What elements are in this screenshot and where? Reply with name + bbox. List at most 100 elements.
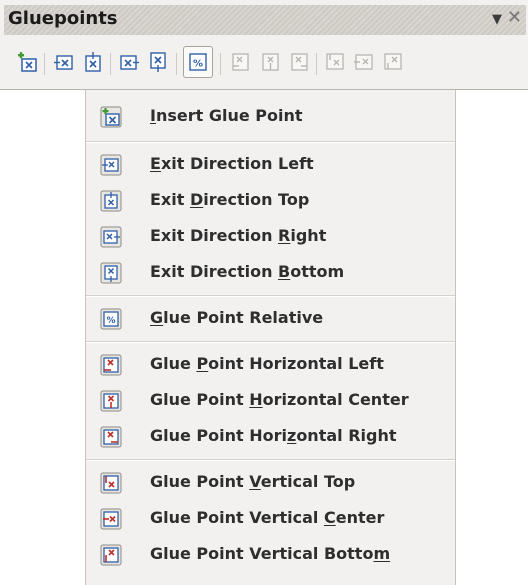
label-pre: Exit bbox=[150, 190, 190, 209]
mnemonic-letter: C bbox=[323, 508, 336, 527]
insert-glue-point-icon bbox=[18, 52, 37, 72]
glue-point-vertical-bottom-icon-disabled bbox=[384, 53, 402, 70]
tb-glue-point-vertical-bottom-button[interactable] bbox=[380, 50, 406, 74]
mnemonic-letter: E bbox=[150, 154, 161, 173]
label-pre: Glue Point Vertical bbox=[150, 508, 324, 527]
menu-item-glue-point-relative[interactable]: % Glue Point Relative bbox=[86, 300, 455, 336]
label-rest: ottom bbox=[290, 262, 345, 281]
tb-exit-direction-bottom-button[interactable] bbox=[145, 50, 171, 74]
menu-item-exit-direction-left[interactable]: Exit Direction Left bbox=[86, 146, 455, 182]
menu-item-label: Exit Direction Left bbox=[150, 154, 314, 174]
menu-separator bbox=[86, 295, 455, 297]
menu-item-label: Glue Point Vertical Top bbox=[150, 472, 355, 492]
exit-direction-top-icon bbox=[100, 190, 122, 212]
toolbar-separator bbox=[316, 53, 317, 75]
menu-item-label: Glue Point Horizontal Left bbox=[150, 354, 384, 374]
menu-item-exit-direction-top[interactable]: Exit Direction Top bbox=[86, 182, 455, 218]
tb-exit-direction-right-button[interactable] bbox=[116, 50, 142, 74]
toolbar-menu-arrow-icon[interactable]: ▼ bbox=[492, 11, 502, 29]
menu-item-label: Glue Point Horizontal Center bbox=[150, 390, 409, 410]
menu-separator bbox=[86, 341, 455, 343]
gluepoints-toolbar: Gluepoints ▼ ✕ % bbox=[0, 0, 528, 90]
label-rest: ight bbox=[290, 226, 327, 245]
glue-point-horizontal-center-icon-disabled bbox=[262, 53, 279, 71]
tb-glue-point-relative-button[interactable]: % bbox=[183, 46, 213, 78]
menu-item-glue-point-vertical-bottom[interactable]: Glue Point Vertical Bottom bbox=[86, 536, 455, 572]
tb-insert-glue-point-button[interactable] bbox=[14, 50, 40, 74]
glue-point-relative-icon: % bbox=[189, 53, 207, 71]
exit-direction-left-icon bbox=[100, 154, 122, 176]
menu-item-insert-glue-point[interactable]: Insert Glue Point bbox=[86, 98, 455, 134]
mnemonic-letter: H bbox=[249, 390, 263, 409]
label-pre: Exit Direction bbox=[150, 226, 279, 245]
menu-item-label: Exit Direction Right bbox=[150, 226, 326, 246]
glue-point-relative-icon: % bbox=[100, 308, 122, 330]
tb-exit-direction-left-button[interactable] bbox=[51, 50, 77, 74]
glue-point-vertical-top-icon-disabled bbox=[326, 53, 344, 70]
glue-point-vertical-bottom-icon bbox=[100, 544, 122, 566]
menu-item-label: Exit Direction Bottom bbox=[150, 262, 344, 282]
toolbar-separator bbox=[176, 53, 177, 75]
label-pre: Glue Point bbox=[150, 390, 250, 409]
menu-item-label: Glue Point Horizontal Right bbox=[150, 426, 397, 446]
mnemonic-letter: m bbox=[373, 544, 391, 563]
label-rest: orizontal Center bbox=[262, 390, 409, 409]
menu-item-glue-point-horizontal-center[interactable]: Glue Point Horizontal Center bbox=[86, 382, 455, 418]
label-rest: ontal Right bbox=[296, 426, 397, 445]
label-pre: Exit Direction bbox=[150, 262, 279, 281]
menu-item-glue-point-horizontal-left[interactable]: Glue Point Horizontal Left bbox=[86, 346, 455, 382]
toolbar-title: Gluepoints bbox=[8, 8, 118, 29]
svg-text:%: % bbox=[106, 316, 115, 326]
toolbar-close-icon[interactable]: ✕ bbox=[507, 8, 522, 28]
menu-item-glue-point-vertical-center[interactable]: Glue Point Vertical Center bbox=[86, 500, 455, 536]
tb-glue-point-horizontal-left-button[interactable] bbox=[227, 50, 253, 74]
insert-glue-point-icon bbox=[100, 106, 122, 128]
glue-point-vertical-center-icon bbox=[100, 508, 122, 530]
toolbar-buttons: % bbox=[0, 46, 528, 78]
menu-item-exit-direction-right[interactable]: Exit Direction Right bbox=[86, 218, 455, 254]
menu-item-glue-point-horizontal-right[interactable]: Glue Point Horizontal Right bbox=[86, 418, 455, 454]
toolbar-titlebar[interactable]: Gluepoints ▼ ✕ bbox=[4, 5, 526, 35]
tb-glue-point-vertical-center-button[interactable] bbox=[351, 50, 377, 74]
exit-direction-top-icon bbox=[85, 52, 101, 72]
label-rest: ertical Top bbox=[260, 472, 356, 491]
svg-text:%: % bbox=[193, 59, 203, 70]
glue-point-horizontal-right-icon bbox=[100, 426, 122, 448]
glue-point-horizontal-left-icon bbox=[100, 354, 122, 376]
mnemonic-letter: G bbox=[150, 308, 164, 327]
menu-item-label: Insert Glue Point bbox=[150, 106, 303, 126]
menu-item-label: Exit Direction Top bbox=[150, 190, 309, 210]
toolbar-separator bbox=[220, 53, 221, 75]
menu-item-label: Glue Point Vertical Center bbox=[150, 508, 384, 528]
menu-item-exit-direction-bottom[interactable]: Exit Direction Bottom bbox=[86, 254, 455, 290]
gluepoints-dropdown-menu: Insert Glue Point Exit Direction Left Ex… bbox=[85, 90, 456, 585]
label-rest: oint Horizontal Left bbox=[208, 354, 384, 373]
tb-exit-direction-top-button[interactable] bbox=[80, 50, 106, 74]
exit-direction-right-icon bbox=[120, 55, 139, 70]
tb-glue-point-horizontal-center-button[interactable] bbox=[257, 50, 283, 74]
glue-point-horizontal-left-icon-disabled bbox=[232, 53, 249, 71]
tb-glue-point-vertical-top-button[interactable] bbox=[322, 50, 348, 74]
label-rest: lue Point Relative bbox=[163, 308, 324, 327]
label-pre: Glue bbox=[150, 354, 197, 373]
menu-item-label: Glue Point Relative bbox=[150, 308, 323, 328]
glue-point-horizontal-right-icon-disabled bbox=[291, 53, 308, 71]
toolbar-separator bbox=[110, 53, 111, 75]
glue-point-horizontal-center-icon bbox=[100, 390, 122, 412]
label-rest: irection Top bbox=[203, 190, 310, 209]
glue-point-vertical-top-icon bbox=[100, 472, 122, 494]
menu-item-label: Glue Point Vertical Bottom bbox=[150, 544, 390, 564]
toolbar-separator bbox=[44, 53, 45, 75]
exit-direction-right-icon bbox=[100, 226, 122, 248]
mnemonic-letter: R bbox=[278, 226, 291, 245]
glue-point-vertical-center-icon-disabled bbox=[354, 54, 373, 70]
exit-direction-bottom-icon bbox=[100, 262, 122, 284]
label-pre: Glue Point Hori bbox=[150, 426, 287, 445]
mnemonic-letter: V bbox=[249, 472, 261, 491]
menu-item-glue-point-vertical-top[interactable]: Glue Point Vertical Top bbox=[86, 464, 455, 500]
menu-separator bbox=[86, 459, 455, 461]
tb-glue-point-horizontal-right-button[interactable] bbox=[286, 50, 312, 74]
label-rest: enter bbox=[335, 508, 385, 527]
label-pre: Glue Point Vertical Botto bbox=[150, 544, 374, 563]
label-rest: xit Direction Left bbox=[160, 154, 314, 173]
